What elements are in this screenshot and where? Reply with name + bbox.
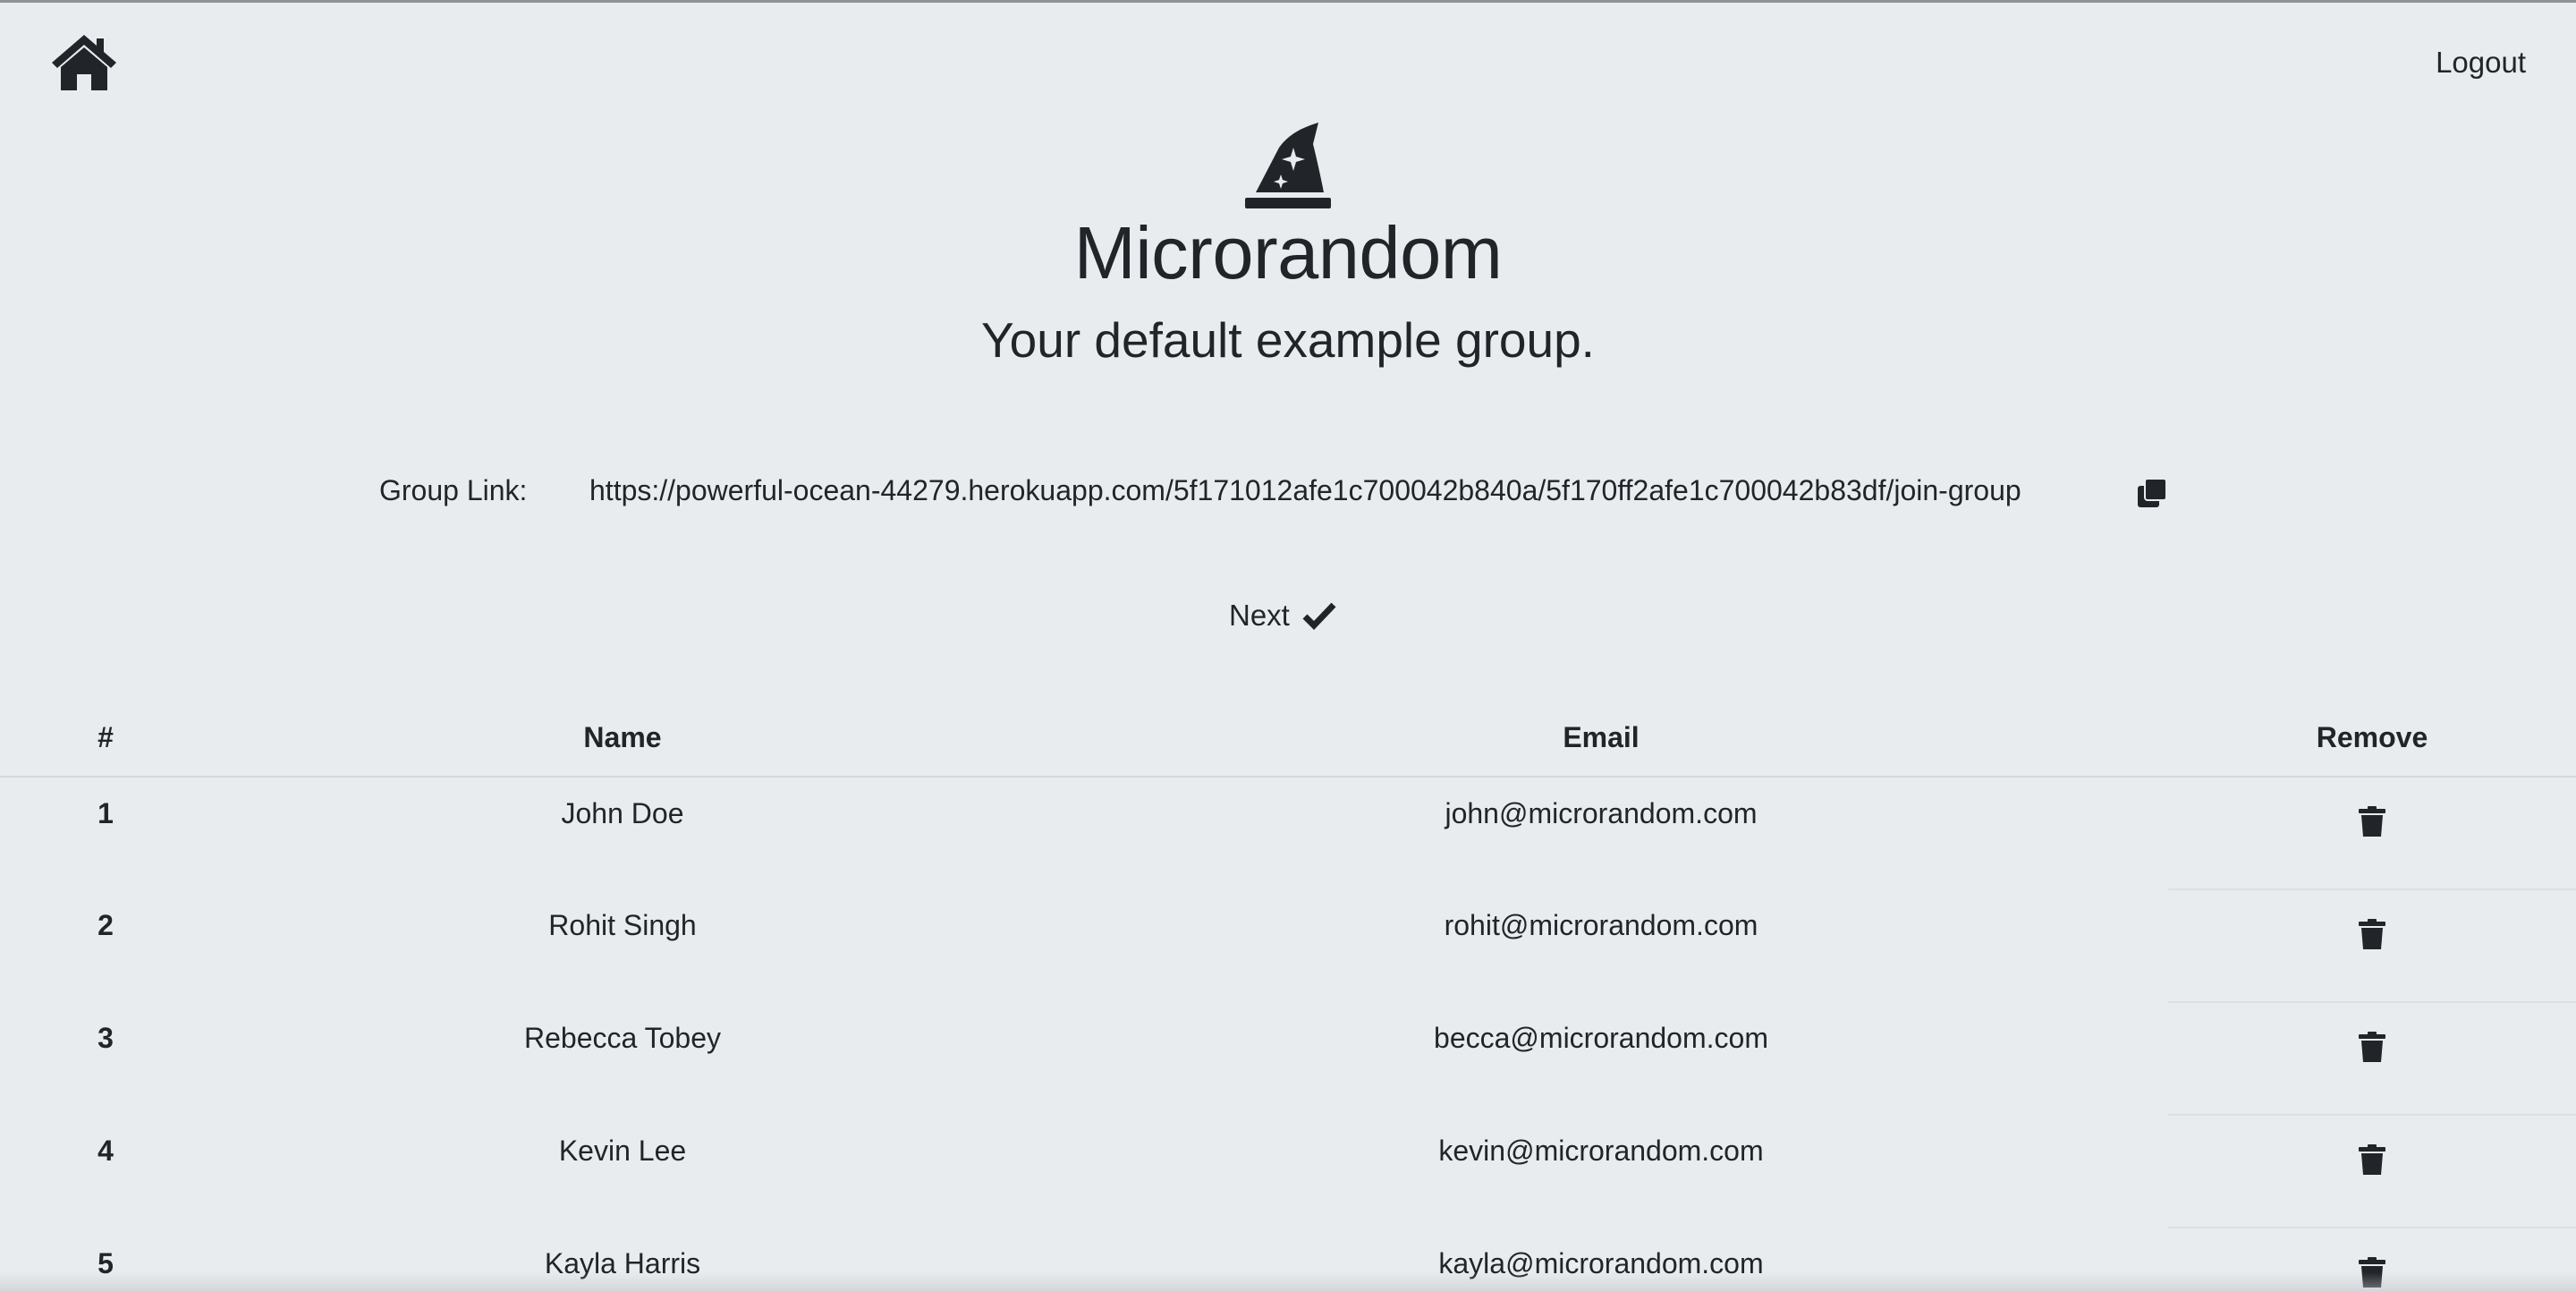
row-name: John Doe <box>561 797 684 829</box>
trash-icon[interactable] <box>2359 806 2385 837</box>
group-subtitle: Your default example group. <box>981 312 1595 368</box>
members-table: # Name Email Remove 1 John Doe john@micr… <box>0 699 2576 1292</box>
row-name: Kayla Harris <box>544 1247 701 1279</box>
row-name: Kevin Lee <box>558 1135 687 1167</box>
header-email: Email <box>1034 699 2168 778</box>
row-number: 2 <box>97 909 114 941</box>
trash-icon[interactable] <box>2359 1032 2385 1062</box>
next-label: Next <box>1229 599 1290 632</box>
home-icon-graphic <box>52 35 116 90</box>
row-number: 5 <box>97 1247 114 1279</box>
check-icon <box>1302 601 1336 630</box>
row-email: becca@microrandom.com <box>1434 1022 1768 1054</box>
row-name: Rohit Singh <box>548 909 697 941</box>
table-row: 2 Rohit Singh rohit@microrandom.com <box>0 889 2576 1003</box>
table-row: 5 Kayla Harris kayla@microrandom.com <box>0 1228 2576 1292</box>
row-number: 1 <box>97 797 114 829</box>
row-email: kevin@microrandom.com <box>1438 1135 1764 1167</box>
row-remove-cell <box>2168 889 2576 1003</box>
app-title: Microrandom <box>1073 211 1503 294</box>
row-name: Rebecca Tobey <box>524 1022 721 1054</box>
header-number: # <box>0 699 211 778</box>
trash-icon[interactable] <box>2359 1144 2385 1175</box>
row-remove-cell <box>2168 1228 2576 1292</box>
table-row: 1 John Doe john@microrandom.com <box>0 777 2576 890</box>
row-remove-cell <box>2168 777 2576 890</box>
row-email: rohit@microrandom.com <box>1444 909 1758 941</box>
next-button[interactable]: Next <box>1229 593 1336 638</box>
trash-icon[interactable] <box>2359 1257 2385 1288</box>
home-icon[interactable] <box>50 33 118 92</box>
header-name: Name <box>211 699 1034 778</box>
table-row: 3 Rebecca Tobey becca@microrandom.com <box>0 1002 2576 1116</box>
page: Logout Microrandom Your default example … <box>0 0 2576 1292</box>
table-row: 4 Kevin Lee kevin@microrandom.com <box>0 1115 2576 1228</box>
row-remove-cell <box>2168 1002 2576 1116</box>
logout-link[interactable]: Logout <box>2436 46 2526 80</box>
wizard-hat-icon <box>1243 121 1333 212</box>
group-link-row: Group Link: https://powerful-ocean-44279… <box>0 468 2576 513</box>
table-header-row: # Name Email Remove <box>0 699 2576 778</box>
group-link-url[interactable]: https://powerful-ocean-44279.herokuapp.c… <box>589 468 2021 513</box>
row-number: 3 <box>97 1022 114 1054</box>
trash-icon[interactable] <box>2359 919 2385 949</box>
group-link-label: Group Link: <box>379 474 528 506</box>
row-remove-cell <box>2168 1115 2576 1228</box>
copy-icon[interactable] <box>2136 477 2168 509</box>
header-remove: Remove <box>2168 699 2576 778</box>
row-email: kayla@microrandom.com <box>1438 1247 1764 1279</box>
row-email: john@microrandom.com <box>1445 797 1758 829</box>
row-number: 4 <box>97 1135 114 1167</box>
